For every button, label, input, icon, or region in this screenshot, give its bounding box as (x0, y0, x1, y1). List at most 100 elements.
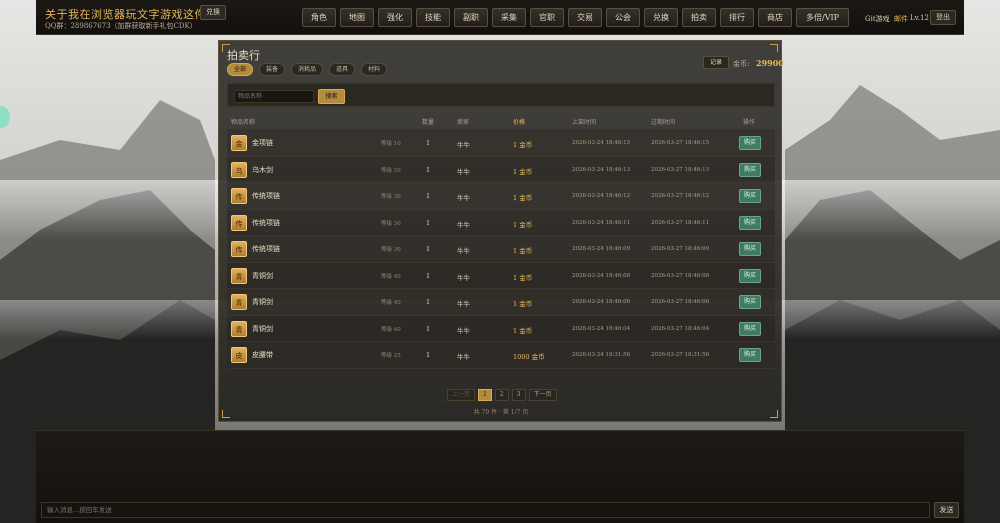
nav-skills[interactable]: 技能 (416, 8, 450, 27)
item-quantity: 1 (426, 271, 431, 280)
item-icon: 传 (231, 241, 247, 257)
item-name: 传统项链 (252, 245, 280, 253)
item-seller: 牛牛 (457, 273, 470, 282)
nav-shop[interactable]: 商店 (758, 8, 792, 27)
item-quantity: 1 (426, 139, 431, 147)
nav-map[interactable]: 地图 (340, 8, 374, 27)
buy-button[interactable]: 购买 (739, 215, 761, 230)
item-name: 青铜剑 (252, 324, 273, 333)
item-listed-time: 2026-03-24 18:46:04 (572, 325, 631, 332)
panel-corner-ornament (770, 44, 778, 52)
search-bar: 搜索 (227, 83, 775, 107)
col-name: 物品名称 (231, 119, 256, 126)
nav-official[interactable]: 官职 (530, 8, 564, 27)
item-level: 等级 30 (381, 247, 401, 253)
tab-equipment[interactable]: 装备 (259, 63, 286, 76)
item-seller: 牛牛 (457, 167, 470, 176)
item-level: 等级 30 (381, 220, 401, 227)
top-bar: 关于我在浏览器玩文字游戏这件事 兑换 QQ群：289867673（加群获取新手礼… (36, 0, 964, 35)
table-body: 金金项链 等级 10 1 牛牛 1 金币 2026-03-24 18:46:15 2026-… (227, 130, 775, 369)
record-button[interactable]: 记录 (703, 56, 730, 69)
send-button[interactable]: 发送 (934, 502, 959, 518)
redeem-code-button[interactable]: 兑换 (200, 5, 226, 20)
table-row: 青青铜剑 等级 40 1 牛牛 1 金币 2026-03-24 18:46:06 2026-… (227, 289, 775, 316)
item-search-input[interactable] (234, 90, 314, 103)
item-listed-time: 2026-03-24 18:46:06 (572, 299, 631, 305)
item-price: 1 金币 (513, 220, 533, 229)
item-level: 等级 10 (381, 141, 401, 147)
buy-button[interactable]: 购买 (739, 348, 761, 362)
item-quantity: 1 (426, 351, 431, 359)
buy-button[interactable]: 购买 (739, 321, 761, 336)
page-button-2[interactable]: 2 (494, 389, 509, 401)
item-listed-time: 2026-03-24 18:46:13 (572, 166, 631, 173)
item-listed-time: 2026-03-24 18:46:08 (572, 272, 631, 279)
panel-title: 拍卖行 (227, 49, 260, 62)
item-quantity: 1 (426, 245, 431, 253)
item-icon: 青 (231, 294, 247, 310)
buy-button[interactable]: 购买 (739, 242, 761, 256)
nav-side-job[interactable]: 副职 (454, 8, 488, 27)
table-row: 传传统项链 等级 30 1 牛牛 1 金币 2026-03-24 18:46:11 2026… (227, 209, 775, 236)
qq-group-text: QQ群：289867673（加群获取新手礼包CDK） (45, 22, 197, 30)
tab-all[interactable]: 全部 (227, 63, 254, 76)
pagination: 上一页 1 2 3 下一页 (447, 389, 557, 401)
category-tabs: 全部 装备 消耗品 道具 材料 (227, 63, 388, 76)
nav-guild[interactable]: 公会 (606, 8, 640, 27)
item-listed-time: 2026-03-24 18:46:12 (572, 193, 631, 199)
buy-button[interactable]: 购买 (739, 295, 761, 309)
item-expire-time: 2026-03-27 18:46:11 (651, 219, 710, 226)
nav-enhance[interactable]: 强化 (378, 8, 412, 27)
page-button-3[interactable]: 3 (511, 389, 526, 401)
nav-ranking[interactable]: 排行 (720, 8, 754, 27)
user-name: Git游戏 (865, 15, 890, 23)
tab-materials[interactable]: 材料 (361, 63, 388, 76)
item-listed-time: 2026-03-24 18:46:09 (572, 246, 631, 252)
item-icon: 青 (231, 320, 247, 337)
buy-button[interactable]: 购买 (739, 268, 761, 283)
item-price: 1 金币 (513, 194, 533, 202)
item-seller: 牛牛 (457, 247, 470, 255)
item-seller: 牛牛 (457, 194, 470, 202)
item-quantity: 1 (426, 218, 431, 227)
tab-items[interactable]: 道具 (329, 63, 356, 76)
item-expire-time: 2026-03-27 18:46:04 (651, 325, 710, 332)
col-seller: 卖家 (457, 119, 470, 126)
nav-auction[interactable]: 拍卖 (682, 8, 716, 27)
next-page-button[interactable]: 下一页 (528, 389, 557, 401)
search-button[interactable]: 搜索 (318, 89, 345, 104)
item-seller: 牛牛 (457, 300, 470, 308)
nav-vip[interactable]: 多倍/VIP (796, 8, 850, 27)
item-seller: 牛牛 (457, 326, 470, 335)
table-row: 金金项链 等级 10 1 牛牛 1 金币 2026-03-24 18:46:15 2026-… (227, 130, 775, 157)
item-seller: 牛牛 (457, 353, 470, 361)
prev-page-button[interactable]: 上一页 (447, 389, 476, 401)
chat-input[interactable] (41, 502, 930, 518)
col-expire: 过期时间 (651, 119, 676, 126)
item-price: 1000 金币 (513, 353, 545, 361)
auction-panel: 拍卖行 全部 装备 消耗品 道具 材料 记录 金币: 29900 搜索 物品名称… (218, 40, 784, 422)
nav-character[interactable]: 角色 (302, 8, 336, 27)
item-expire-time: 2026-03-27 18:46:15 (651, 140, 710, 146)
table-row: 乌乌木剑 等级 20 1 牛牛 1 金币 2026-03-24 18:46:13 2026-… (227, 156, 775, 183)
auction-table: 物品名称 数量 卖家 价格 上架时间 过期时间 操作 金金项链 等级 10 1 牛牛 1… (227, 115, 775, 381)
table-row: 青青铜剑 等级 40 1 牛牛 1 金币 2026-03-24 18:46:08 2026-… (227, 262, 775, 289)
item-icon: 乌 (231, 161, 247, 178)
logout-button[interactable]: 登出 (930, 10, 956, 25)
table-row: 传传统项链 等级 30 1 牛牛 1 金币 2026-03-24 18:46:12 2026… (227, 183, 775, 210)
main-nav: 角色 地图 强化 技能 副职 采集 官职 交易 公会 兑换 拍卖 排行 商店 多… (302, 8, 850, 27)
item-expire-time: 2026-03-27 18:46:09 (651, 246, 710, 252)
item-price: 1 金币 (513, 167, 533, 176)
buy-button[interactable]: 购买 (739, 189, 761, 203)
nav-exchange[interactable]: 兑换 (644, 8, 678, 27)
item-listed-time: 2026-03-24 18:31:56 (572, 352, 631, 358)
buy-button[interactable]: 购买 (739, 136, 761, 150)
nav-trade[interactable]: 交易 (568, 8, 602, 27)
tab-consumables[interactable]: 消耗品 (291, 63, 324, 76)
mail-link[interactable]: 邮件 (894, 14, 908, 24)
nav-gathering[interactable]: 采集 (492, 8, 526, 27)
chat-area: 发送 (36, 430, 964, 523)
table-header: 物品名称 数量 卖家 价格 上架时间 过期时间 操作 (227, 115, 775, 130)
buy-button[interactable]: 购买 (739, 162, 761, 177)
page-button-1[interactable]: 1 (478, 389, 492, 401)
